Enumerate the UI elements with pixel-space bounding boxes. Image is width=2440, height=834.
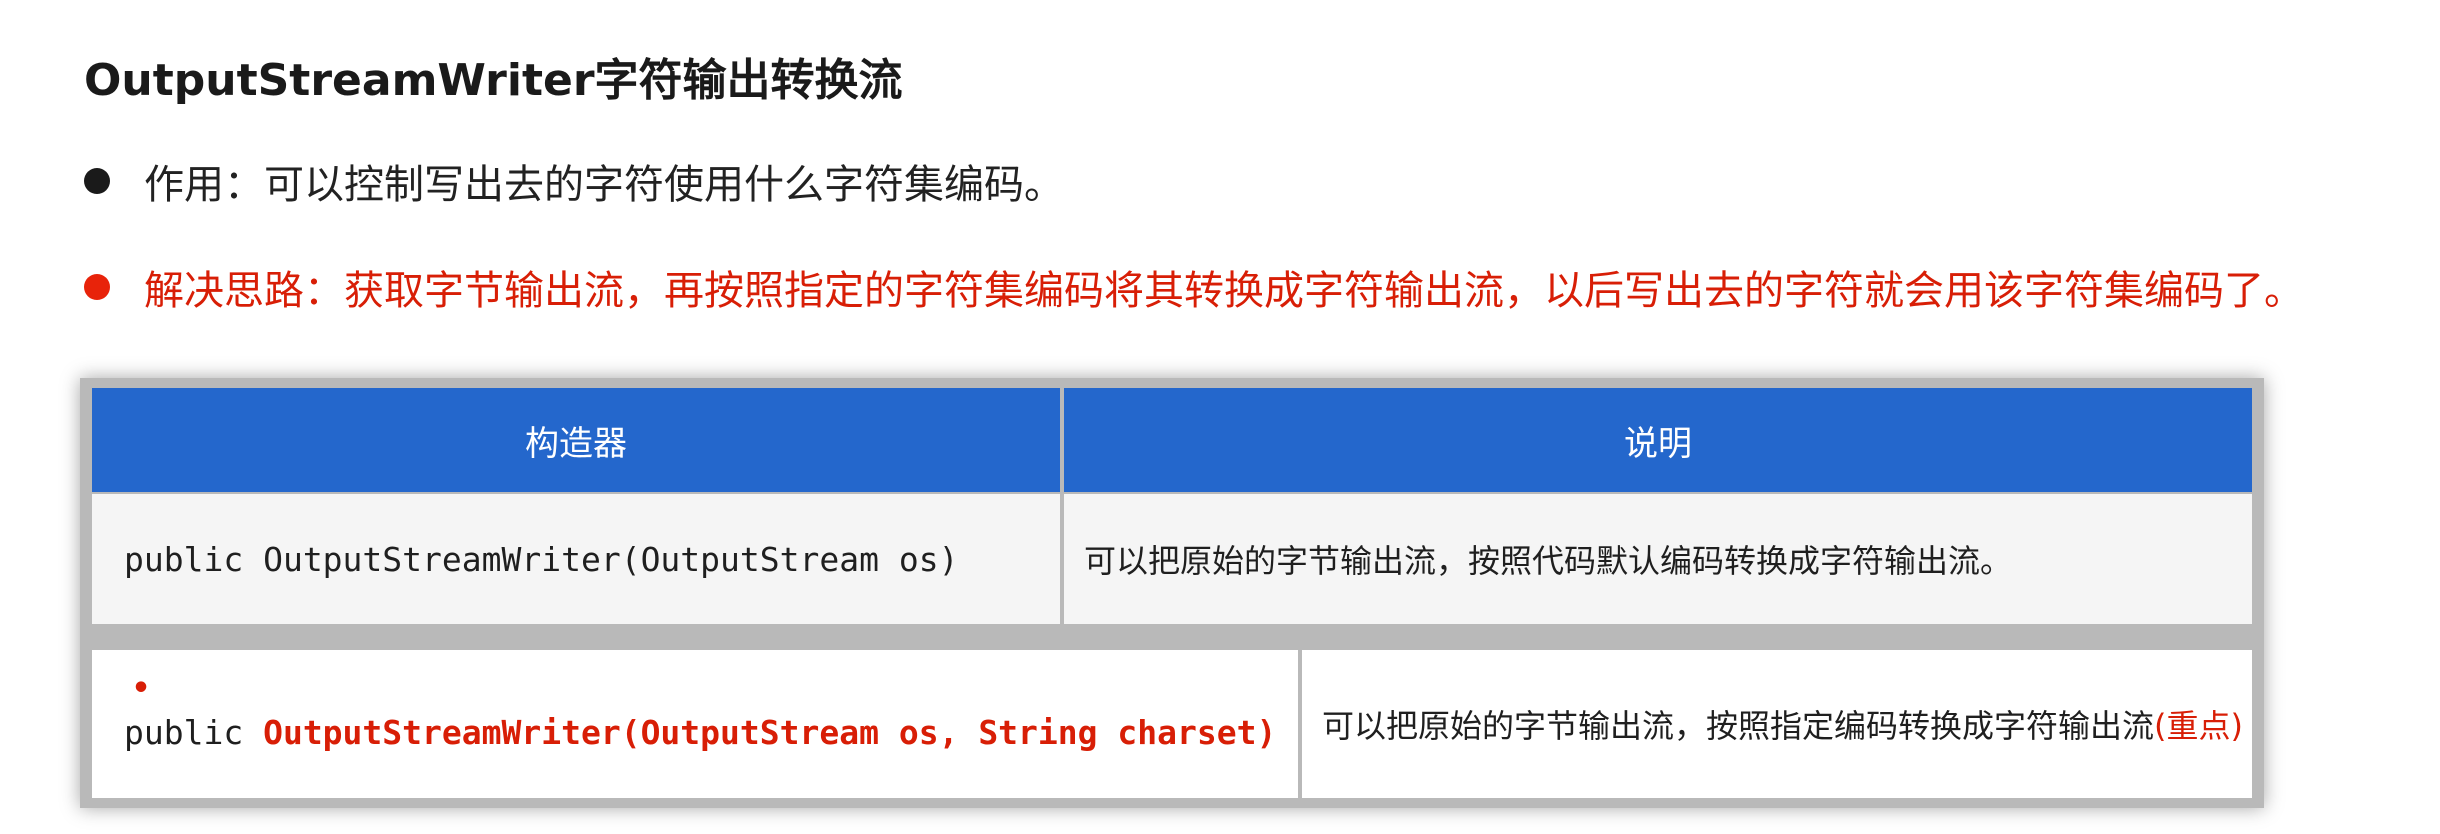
page-title: OutputStreamWriter字符输出转换流 (84, 55, 903, 106)
constructor-signature: OutputStreamWriter(OutputStream os) (263, 539, 959, 579)
bullet-dot-icon (84, 274, 110, 300)
constructor-signature-highlight: OutputStreamWriter(OutputStream os, Stri… (263, 713, 1277, 752)
table-row-2-constructor: • public OutputStreamWriter(OutputStream… (92, 650, 1298, 798)
table-row-2-description: 可以把原始的字节输出流，按照指定编码转换成字符输出流 (重点) (1302, 650, 2252, 798)
description-text: 可以把原始的字节输出流，按照指定编码转换成字符输出流 (1322, 707, 2155, 745)
table-header-description: 说明 (1064, 388, 2252, 492)
table-row-1-description: 可以把原始的字节输出流，按照代码默认编码转换成字符输出流。 (1064, 494, 2252, 624)
constructor-prefix: public (124, 539, 264, 579)
table-header-constructor: 构造器 (92, 388, 1060, 492)
red-dot-marker-icon: • (132, 671, 151, 706)
bullet-dot-icon (84, 168, 110, 194)
description-text: 可以把原始的字节输出流，按照代码默认编码转换成字符输出流。 (1084, 542, 2013, 580)
constructor-prefix: public (124, 713, 264, 752)
bullet-solution-text: 解决思路：获取字节输出流，再按照指定的字符集编码将其转换成字符输出流，以后写出去… (144, 268, 2304, 314)
description-note-key: (重点) (2154, 707, 2243, 745)
constructor-table: 构造器 说明 public OutputStreamWriter(OutputS… (80, 378, 2264, 808)
bullet-solution: 解决思路：获取字节输出流，再按照指定的字符集编码将其转换成字符输出流，以后写出去… (84, 258, 2304, 316)
bullet-purpose-text: 作用：可以控制写出去的字符使用什么字符集编码。 (144, 162, 1064, 208)
table-row-1-constructor: public OutputStreamWriter(OutputStream o… (92, 494, 1060, 624)
bullet-purpose: 作用：可以控制写出去的字符使用什么字符集编码。 (84, 152, 1064, 210)
